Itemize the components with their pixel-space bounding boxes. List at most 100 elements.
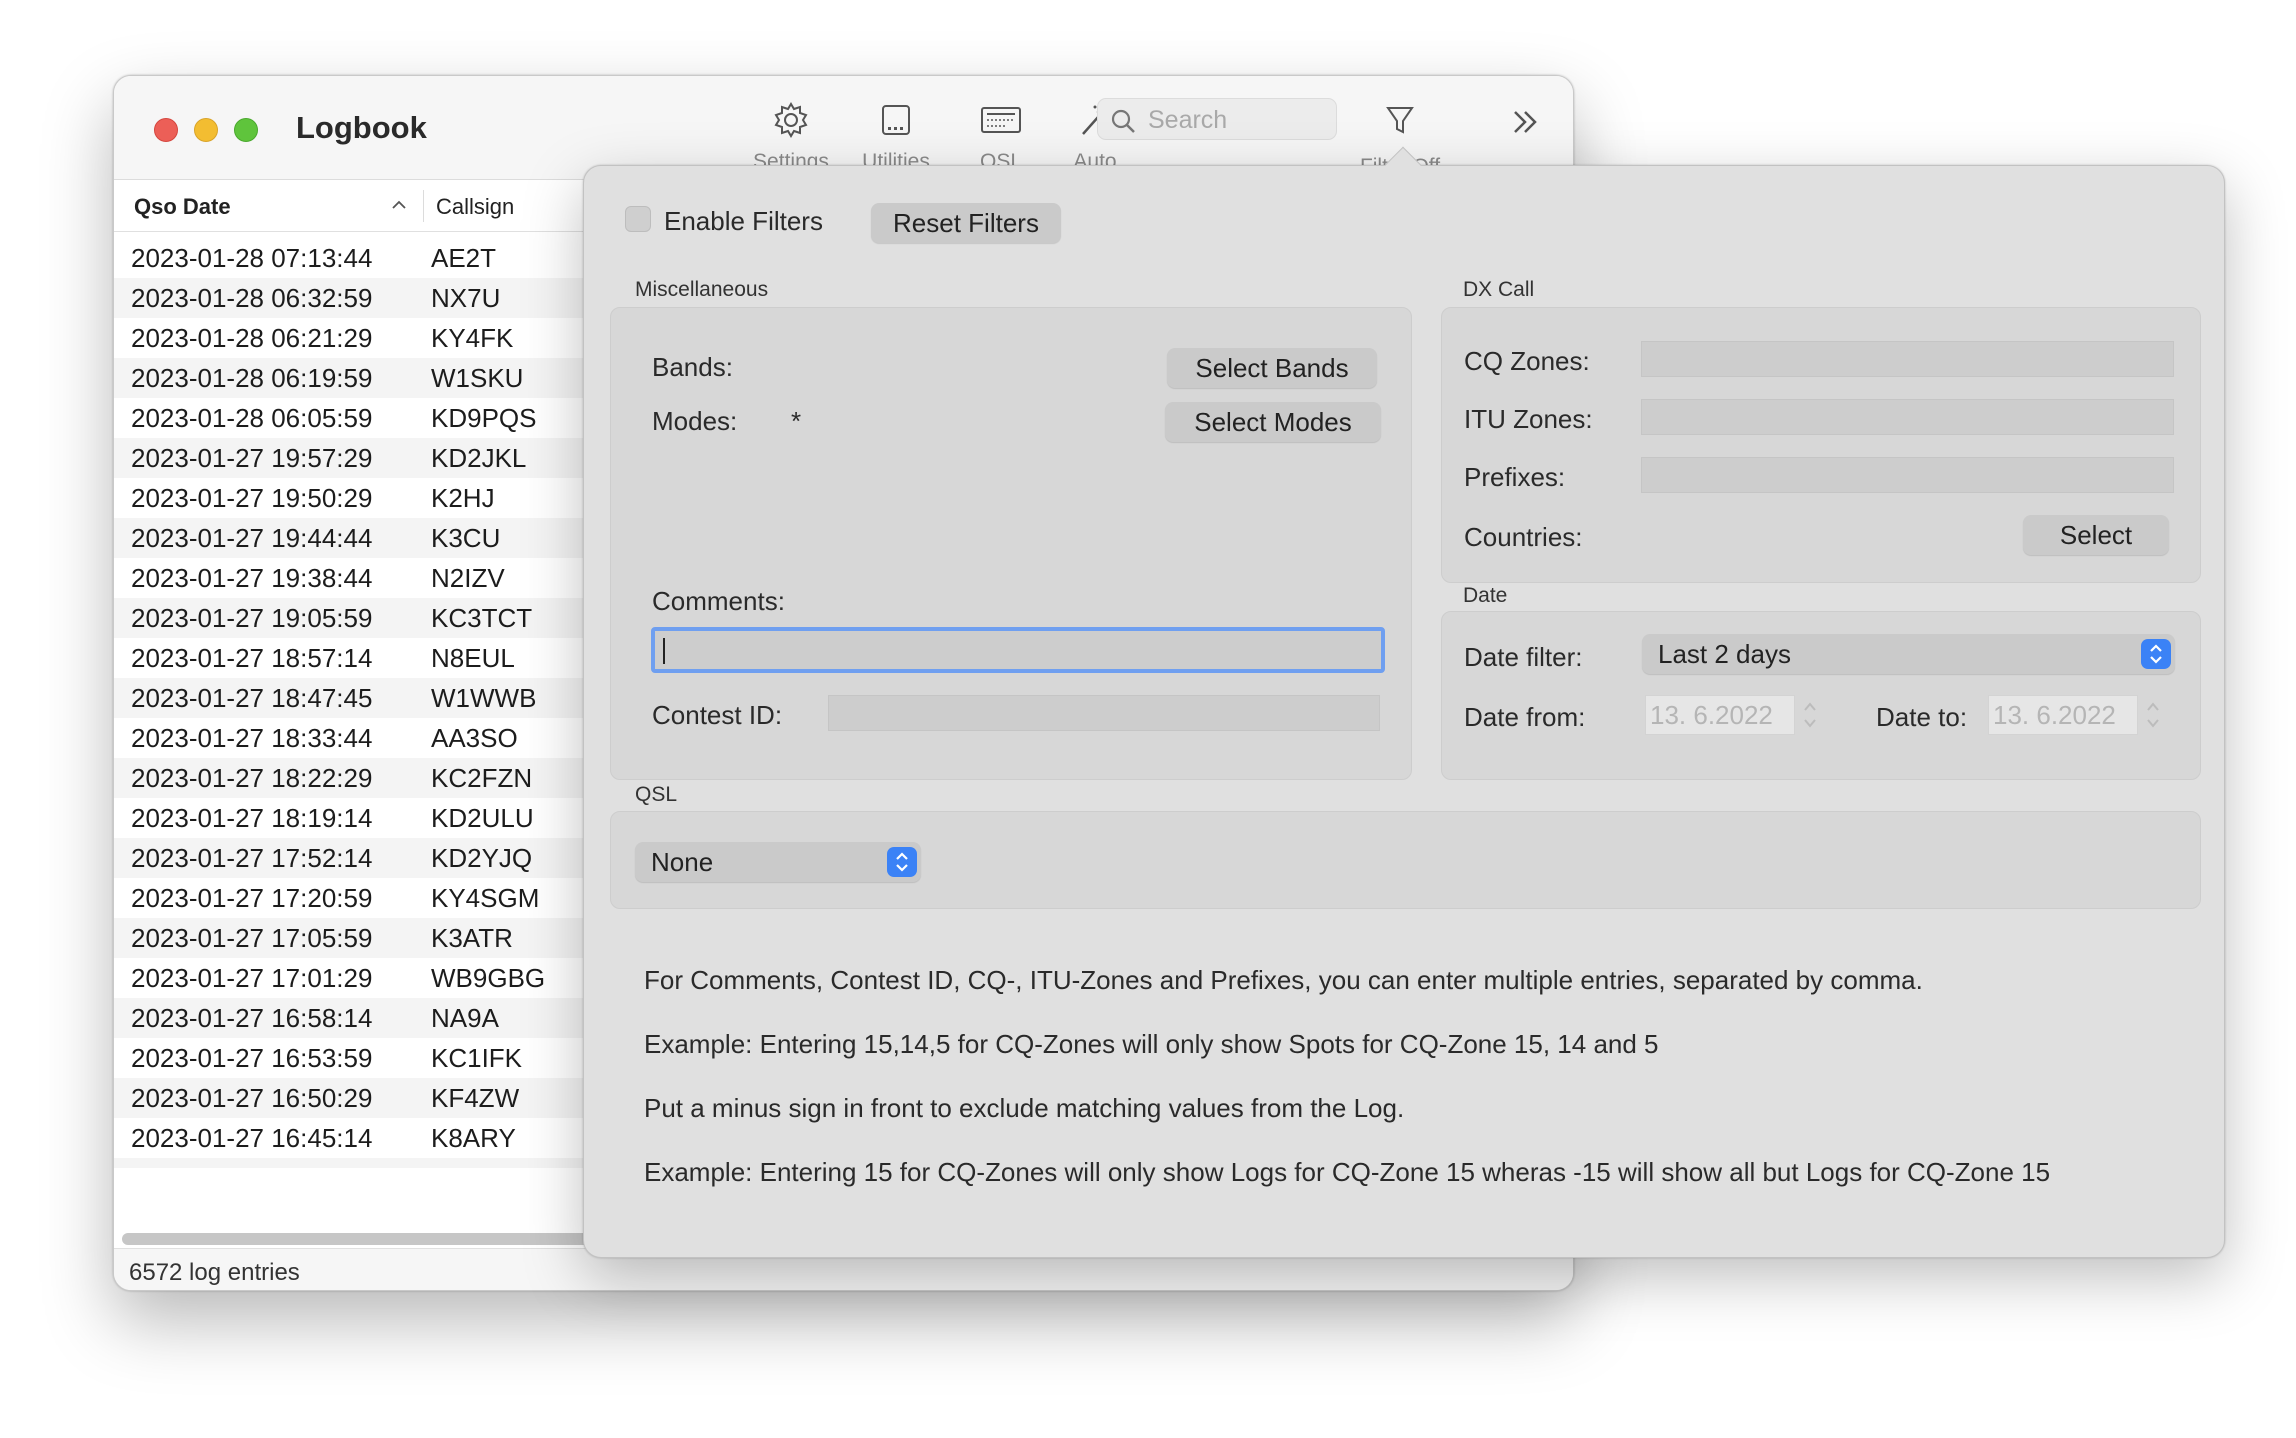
callsign-cell: WB9GBG — [431, 963, 546, 993]
qso-date-cell: 2023-01-27 18:19:14 — [131, 803, 373, 833]
date-filter-value: Last 2 days — [1658, 639, 1791, 669]
callsign-cell: W1SKU — [431, 363, 524, 393]
callsign-cell: K3CU — [431, 523, 501, 553]
qsl-filter-popup[interactable]: None — [635, 842, 921, 882]
callsign-cell: KD2JKL — [431, 443, 527, 473]
itu-zones-field[interactable] — [1641, 399, 2174, 435]
qso-date-cell: 2023-01-27 16:45:14 — [131, 1123, 373, 1153]
callsign-cell: AA3SO — [431, 723, 518, 753]
dx-call-section-title: DX Call — [1463, 278, 1535, 301]
popup-chevrons-icon — [2141, 639, 2171, 669]
callsign-cell: KD9PQS — [431, 403, 537, 433]
qsl-card-icon — [981, 107, 1021, 133]
date-from-stepper[interactable] — [1800, 697, 1820, 733]
log-entry-count: 6572 log entries — [129, 1259, 300, 1286]
qsl-filter-value: None — [651, 847, 714, 877]
funnel-icon — [1386, 107, 1414, 134]
window-title: Logbook — [296, 110, 427, 145]
callsign-cell: KY4FK — [431, 323, 514, 353]
qso-date-cell: 2023-01-27 19:05:59 — [131, 603, 373, 633]
prefixes-field[interactable] — [1641, 457, 2174, 493]
callsign-cell: KD4KKF — [431, 1163, 532, 1168]
close-window-button[interactable] — [154, 118, 178, 142]
column-divider[interactable] — [423, 190, 424, 222]
callsign-cell: K8ARY — [431, 1123, 516, 1153]
qso-date-cell: 2023-01-27 19:44:44 — [131, 523, 373, 553]
itu-zones-label: ITU Zones: — [1464, 404, 1593, 434]
qso-date-cell: 2023-01-27 16:53:59 — [131, 1043, 373, 1073]
qso-date-cell: 2023-01-27 18:47:45 — [131, 683, 373, 713]
qso-date-cell: 2023-01-27 16:19:29 — [131, 1163, 372, 1168]
qso-date-cell: 2023-01-27 17:01:29 — [131, 963, 373, 993]
date-section-box: Date filter: Last 2 days Date from: 13. … — [1441, 611, 2201, 780]
search-input[interactable] — [1148, 105, 1328, 135]
date-filter-label: Date filter: — [1464, 642, 1583, 672]
info-text-4: Example: Entering 15 for CQ-Zones will o… — [644, 1157, 2051, 1187]
text-cursor — [663, 638, 665, 664]
prefixes-label: Prefixes: — [1464, 462, 1566, 492]
callsign-cell: KC3TCT — [431, 603, 533, 633]
qso-date-cell: 2023-01-28 07:13:44 — [131, 243, 373, 273]
qso-date-cell: 2023-01-27 19:38:44 — [131, 563, 373, 593]
qso-date-cell: 2023-01-28 06:32:59 — [131, 283, 373, 313]
info-text-1: For Comments, Contest ID, CQ-, ITU-Zones… — [644, 965, 1923, 995]
callsign-cell: K3ATR — [431, 923, 513, 953]
date-section-title: Date — [1463, 584, 1508, 607]
qsl-section-box: None — [610, 811, 2201, 909]
settings-button[interactable]: Settings — [736, 100, 846, 174]
callsign-cell: N8EUL — [431, 643, 515, 673]
qso-date-cell: 2023-01-27 19:50:29 — [131, 483, 373, 513]
toolbar-overflow-button[interactable] — [1509, 106, 1541, 143]
qso-date-cell: 2023-01-27 17:05:59 — [131, 923, 373, 953]
callsign-cell: NA9A — [431, 1003, 499, 1033]
date-to-label: Date to: — [1876, 702, 1968, 732]
enable-filters-checkbox[interactable] — [625, 206, 651, 232]
utilities-button[interactable]: Utilities — [841, 100, 951, 174]
qso-date-cell: 2023-01-27 18:57:14 — [131, 643, 373, 673]
dx-call-section-box: CQ Zones: ITU Zones: Prefixes: Countries… — [1441, 307, 2201, 583]
select-modes-button[interactable]: Select Modes — [1165, 402, 1381, 442]
date-from-field[interactable]: 13. 6.2022 — [1645, 695, 1795, 735]
search-field[interactable] — [1097, 98, 1337, 140]
cq-zones-label: CQ Zones: — [1464, 346, 1590, 376]
countries-label: Countries: — [1464, 522, 1583, 552]
qso-date-cell: 2023-01-27 18:33:44 — [131, 723, 373, 753]
qso-date-cell: 2023-01-28 06:19:59 — [131, 363, 373, 393]
filter-popover: Enable Filters Reset Filters Miscellaneo… — [583, 146, 2225, 1258]
callsign-cell: KF4ZW — [431, 1083, 520, 1113]
callsign-cell: AE2T — [431, 243, 497, 273]
minimize-window-button[interactable] — [194, 118, 218, 142]
qso-date-cell: 2023-01-27 19:57:29 — [131, 443, 373, 473]
column-header-callsign[interactable]: Callsign — [436, 194, 514, 220]
qso-date-cell: 2023-01-27 16:58:14 — [131, 1003, 373, 1033]
callsign-cell: KD2ULU — [431, 803, 534, 833]
callsign-cell: KY4SGM — [431, 883, 540, 913]
cq-zones-field[interactable] — [1641, 341, 2174, 377]
column-header-qso-date[interactable]: Qso Date — [134, 194, 231, 220]
date-to-field[interactable]: 13. 6.2022 — [1988, 695, 2138, 735]
callsign-cell: KC1IFK — [431, 1043, 523, 1073]
qso-date-cell: 2023-01-28 06:05:59 — [131, 403, 373, 433]
contest-id-label: Contest ID: — [652, 700, 783, 730]
sort-ascending-icon — [392, 200, 406, 209]
modes-label: Modes: — [652, 406, 738, 436]
select-bands-button[interactable]: Select Bands — [1167, 348, 1377, 388]
callsign-cell: KD2YJQ — [431, 843, 533, 873]
select-countries-button[interactable]: Select — [2023, 515, 2169, 555]
info-text-3: Put a minus sign in front to exclude mat… — [644, 1093, 1405, 1123]
date-from-label: Date from: — [1464, 702, 1586, 732]
reset-filters-button[interactable]: Reset Filters — [871, 203, 1061, 243]
comments-field[interactable] — [651, 627, 1385, 673]
qso-date-cell: 2023-01-27 18:22:29 — [131, 763, 373, 793]
contest-id-field[interactable] — [828, 695, 1380, 731]
comments-label: Comments: — [652, 586, 785, 616]
enable-filters-label[interactable]: Enable Filters — [664, 206, 823, 237]
qso-date-cell: 2023-01-27 16:50:29 — [131, 1083, 373, 1113]
qso-date-cell: 2023-01-27 17:52:14 — [131, 843, 373, 873]
callsign-cell: KC2FZN — [431, 763, 533, 793]
date-filter-popup[interactable]: Last 2 days — [1642, 634, 2175, 674]
date-to-stepper[interactable] — [2143, 697, 2163, 733]
misc-section-title: Miscellaneous — [635, 278, 769, 301]
maximize-window-button[interactable] — [234, 118, 258, 142]
bands-label: Bands: — [652, 352, 733, 382]
